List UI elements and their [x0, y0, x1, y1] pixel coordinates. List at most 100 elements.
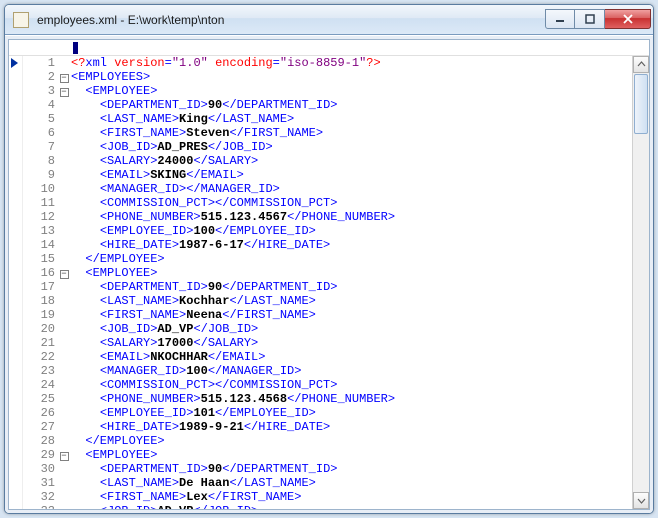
code-line[interactable]: <EMPLOYEE_ID>100</EMPLOYEE_ID>: [71, 224, 632, 238]
fold-cell[interactable]: [57, 182, 71, 196]
fold-cell[interactable]: [57, 322, 71, 336]
bookmark-cell[interactable]: [9, 310, 22, 324]
fold-toggle-icon[interactable]: −: [60, 74, 69, 83]
bookmark-cell[interactable]: [9, 254, 22, 268]
bookmark-cell[interactable]: [9, 394, 22, 408]
bookmark-cell[interactable]: [9, 156, 22, 170]
fold-toggle-icon[interactable]: −: [60, 88, 69, 97]
fold-cell[interactable]: [57, 378, 71, 392]
code-line[interactable]: <JOB_ID>AD_PRES</JOB_ID>: [71, 140, 632, 154]
bookmark-cell[interactable]: [9, 436, 22, 450]
code-line[interactable]: <HIRE_DATE>1987-6-17</HIRE_DATE>: [71, 238, 632, 252]
code-line[interactable]: <FIRST_NAME>Lex</FIRST_NAME>: [71, 490, 632, 504]
fold-cell[interactable]: [57, 112, 71, 126]
bookmark-cell[interactable]: [9, 170, 22, 184]
bookmark-cell[interactable]: [9, 142, 22, 156]
code-line[interactable]: <FIRST_NAME>Neena</FIRST_NAME>: [71, 308, 632, 322]
fold-cell[interactable]: [57, 140, 71, 154]
fold-cell[interactable]: [57, 252, 71, 266]
vertical-scrollbar[interactable]: [632, 56, 649, 509]
code-line[interactable]: <LAST_NAME>Kochhar</LAST_NAME>: [71, 294, 632, 308]
fold-gutter[interactable]: − − − −: [57, 56, 71, 509]
fold-cell[interactable]: [57, 406, 71, 420]
bookmark-cell[interactable]: [9, 58, 22, 72]
bookmark-cell[interactable]: [9, 114, 22, 128]
code-area[interactable]: 1234567891011121314151617181920212223242…: [9, 56, 649, 509]
code-line[interactable]: <PHONE_NUMBER>515.123.4567</PHONE_NUMBER…: [71, 210, 632, 224]
fold-cell[interactable]: [57, 350, 71, 364]
code-line[interactable]: <COMMISSION_PCT></COMMISSION_PCT>: [71, 378, 632, 392]
scrollbar-thumb[interactable]: [634, 74, 648, 134]
bookmark-cell[interactable]: [9, 198, 22, 212]
fold-cell[interactable]: [57, 154, 71, 168]
fold-cell[interactable]: [57, 210, 71, 224]
scroll-down-button[interactable]: [633, 492, 649, 509]
fold-cell[interactable]: [57, 308, 71, 322]
code-line[interactable]: <HIRE_DATE>1989-9-21</HIRE_DATE>: [71, 420, 632, 434]
fold-cell[interactable]: −: [57, 84, 71, 98]
bookmark-cell[interactable]: [9, 226, 22, 240]
fold-cell[interactable]: [57, 476, 71, 490]
fold-cell[interactable]: [57, 364, 71, 378]
fold-cell[interactable]: [57, 126, 71, 140]
fold-toggle-icon[interactable]: −: [60, 452, 69, 461]
fold-cell[interactable]: [57, 280, 71, 294]
bookmark-cell[interactable]: [9, 86, 22, 100]
fold-cell[interactable]: [57, 392, 71, 406]
bookmark-cell[interactable]: [9, 352, 22, 366]
fold-cell[interactable]: [57, 434, 71, 448]
bookmark-cell[interactable]: [9, 366, 22, 380]
code-line[interactable]: <?xml version="1.0" encoding="iso-8859-1…: [71, 56, 632, 70]
bookmark-gutter[interactable]: [9, 56, 23, 509]
bookmark-cell[interactable]: [9, 268, 22, 282]
close-button[interactable]: [605, 9, 651, 29]
code-line[interactable]: <DEPARTMENT_ID>90</DEPARTMENT_ID>: [71, 462, 632, 476]
bookmark-cell[interactable]: [9, 506, 22, 509]
fold-cell[interactable]: [57, 196, 71, 210]
bookmark-cell[interactable]: [9, 422, 22, 436]
bookmark-cell[interactable]: [9, 240, 22, 254]
bookmark-cell[interactable]: [9, 128, 22, 142]
code-line[interactable]: <DEPARTMENT_ID>90</DEPARTMENT_ID>: [71, 280, 632, 294]
code-line[interactable]: <SALARY>24000</SALARY>: [71, 154, 632, 168]
fold-cell[interactable]: [57, 98, 71, 112]
scroll-up-button[interactable]: [633, 56, 649, 73]
code-line[interactable]: <JOB ID>AD VP</JOB ID>: [71, 504, 632, 509]
bookmark-cell[interactable]: [9, 464, 22, 478]
titlebar[interactable]: employees.xml - E:\work\temp\nton: [5, 5, 653, 35]
bookmark-cell[interactable]: [9, 212, 22, 226]
code-line[interactable]: <EMPLOYEES>: [71, 70, 632, 84]
fold-cell[interactable]: [57, 168, 71, 182]
code-line[interactable]: <EMPLOYEE>: [71, 84, 632, 98]
fold-cell[interactable]: −: [57, 266, 71, 280]
code-text[interactable]: <?xml version="1.0" encoding="iso-8859-1…: [71, 56, 632, 509]
code-line[interactable]: <PHONE_NUMBER>515.123.4568</PHONE_NUMBER…: [71, 392, 632, 406]
code-line[interactable]: </EMPLOYEE>: [71, 434, 632, 448]
bookmark-cell[interactable]: [9, 380, 22, 394]
fold-cell[interactable]: [57, 294, 71, 308]
code-line[interactable]: <MANAGER_ID>100</MANAGER_ID>: [71, 364, 632, 378]
fold-cell[interactable]: [57, 420, 71, 434]
fold-cell[interactable]: −: [57, 70, 71, 84]
fold-cell[interactable]: [57, 336, 71, 350]
code-line[interactable]: <LAST_NAME>King</LAST_NAME>: [71, 112, 632, 126]
code-line[interactable]: <EMPLOYEE>: [71, 266, 632, 280]
bookmark-cell[interactable]: [9, 492, 22, 506]
code-line[interactable]: <SALARY>17000</SALARY>: [71, 336, 632, 350]
bookmark-cell[interactable]: [9, 450, 22, 464]
fold-cell[interactable]: [57, 238, 71, 252]
maximize-button[interactable]: [575, 9, 605, 29]
bookmark-cell[interactable]: [9, 184, 22, 198]
bookmark-cell[interactable]: [9, 324, 22, 338]
bookmark-cell[interactable]: [9, 100, 22, 114]
bookmark-cell[interactable]: [9, 408, 22, 422]
fold-cell[interactable]: [57, 56, 71, 70]
fold-cell[interactable]: [57, 490, 71, 504]
bookmark-cell[interactable]: [9, 296, 22, 310]
code-line[interactable]: <JOB_ID>AD_VP</JOB_ID>: [71, 322, 632, 336]
fold-cell[interactable]: −: [57, 448, 71, 462]
code-line[interactable]: <EMAIL>NKOCHHAR</EMAIL>: [71, 350, 632, 364]
bookmark-cell[interactable]: [9, 338, 22, 352]
code-line[interactable]: </EMPLOYEE>: [71, 252, 632, 266]
minimize-button[interactable]: [545, 9, 575, 29]
